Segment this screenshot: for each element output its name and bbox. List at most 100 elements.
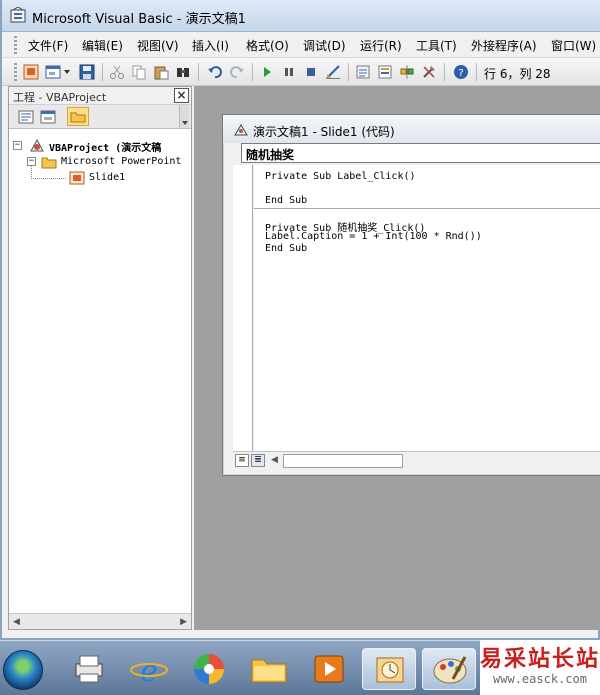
- object-dropdown[interactable]: 随机抽奖: [241, 143, 600, 163]
- title-bar[interactable]: Microsoft Visual Basic - 演示文稿1: [2, 0, 600, 32]
- vba-project-icon: [30, 139, 44, 152]
- menu-bar: 文件(F) 编辑(E) 视图(V) 插入(I) 格式(O) 调试(D) 运行(R…: [2, 32, 600, 58]
- code-editor[interactable]: Private Sub Label_Click() End Sub Privat…: [254, 165, 600, 465]
- toolbox-icon[interactable]: [420, 63, 438, 81]
- watermark-text: 易采站长站: [480, 646, 600, 672]
- code-margin-indicator-bar[interactable]: [233, 165, 253, 465]
- taskbar-printer-icon[interactable]: [62, 648, 116, 690]
- toolbar-separator: [444, 63, 445, 81]
- scroll-left-icon[interactable]: ◀: [271, 455, 278, 465]
- code-line[interactable]: End Sub: [265, 243, 307, 254]
- menu-tools[interactable]: 工具(T): [416, 37, 457, 54]
- project-pane-title: 工程 - VBAProject: [13, 91, 107, 104]
- code-window-title-bar[interactable]: 演示文稿1 - Slide1 (代码): [223, 115, 600, 143]
- menu-window[interactable]: 窗口(W): [551, 37, 596, 54]
- svg-text:?: ?: [458, 68, 463, 79]
- close-icon[interactable]: ×: [174, 88, 189, 103]
- code-window: 演示文稿1 - Slide1 (代码) 随机抽奖 Private Sub Lab…: [222, 114, 600, 476]
- toolbar-separator: [198, 63, 199, 81]
- reset-icon[interactable]: [302, 63, 320, 81]
- tree-line: [31, 178, 67, 179]
- toolbar-separator: [476, 63, 477, 81]
- view-powerpoint-icon[interactable]: [22, 63, 40, 81]
- menu-file[interactable]: 文件(F): [28, 37, 68, 54]
- taskbar-explorer-icon[interactable]: [242, 648, 296, 690]
- taskbar-media-player-icon[interactable]: [302, 648, 356, 690]
- menu-edit[interactable]: 编辑(E): [82, 37, 123, 54]
- menu-view[interactable]: 视图(V): [137, 37, 179, 54]
- window-title: Microsoft Visual Basic - 演示文稿1: [32, 12, 246, 27]
- dropdown-icon[interactable]: [62, 63, 72, 81]
- menubar-grip[interactable]: [14, 36, 17, 54]
- start-button-icon[interactable]: [3, 650, 43, 690]
- code-hscrollbar[interactable]: ≡ ≣ ◀: [233, 451, 600, 469]
- help-icon[interactable]: ?: [452, 63, 470, 81]
- folder-icon: [41, 157, 57, 169]
- vba-app-icon: [10, 7, 26, 23]
- full-module-view-icon[interactable]: ≣: [251, 454, 265, 467]
- project-pane-hscrollbar[interactable]: ◀ ▶: [9, 613, 191, 629]
- design-mode-icon[interactable]: [324, 63, 342, 81]
- tree-node-vbaproject[interactable]: − VBAProject (演示文稿: [13, 139, 191, 154]
- break-icon[interactable]: [280, 63, 298, 81]
- toolbar-separator: [348, 63, 349, 81]
- object-browser-icon[interactable]: [398, 63, 416, 81]
- code-line[interactable]: End Sub: [265, 195, 307, 206]
- toolbar-separator: [252, 63, 253, 81]
- menu-addins[interactable]: 外接程序(A): [471, 37, 537, 54]
- taskbar-media-center-icon[interactable]: [182, 648, 236, 690]
- project-explorer-icon[interactable]: [354, 63, 372, 81]
- project-tree: − VBAProject (演示文稿 − Microsoft PowerPoin…: [9, 129, 191, 611]
- svg-text:e: e: [140, 654, 158, 689]
- tree-line: [31, 166, 32, 178]
- project-pane-toolbar: [9, 105, 191, 129]
- project-pane-title-bar[interactable]: 工程 - VBAProject ×: [9, 87, 191, 105]
- taskbar-ie-icon[interactable]: e: [122, 648, 176, 690]
- tree-root-label: VBAProject (演示文稿: [49, 143, 162, 154]
- vba-editor-window: Microsoft Visual Basic - 演示文稿1 文件(F) 编辑(…: [0, 0, 600, 640]
- taskbar-paint-icon[interactable]: [422, 648, 476, 690]
- object-dropdown-value: 随机抽奖: [246, 148, 295, 162]
- toolbar-separator: [102, 63, 103, 81]
- code-module-icon: [234, 124, 248, 136]
- find-icon[interactable]: [174, 63, 192, 81]
- undo-icon[interactable]: [206, 63, 224, 81]
- run-icon[interactable]: [258, 63, 276, 81]
- menu-run[interactable]: 运行(R): [360, 37, 402, 54]
- code-scroll-thumb[interactable]: [283, 454, 403, 468]
- standard-toolbar: ? 行 6，列 28: [2, 58, 600, 86]
- collapse-icon[interactable]: −: [13, 141, 22, 150]
- procedure-view-icon[interactable]: ≡: [235, 454, 249, 467]
- save-icon[interactable]: [78, 63, 96, 81]
- menu-insert[interactable]: 插入(I): [192, 37, 229, 54]
- taskbar-powerpoint-icon[interactable]: [362, 648, 416, 690]
- code-line[interactable]: Label.Caption = 1 + Int(100 * Rnd()): [265, 231, 482, 242]
- toggle-folders-icon[interactable]: [67, 107, 89, 126]
- paste-icon[interactable]: [152, 63, 170, 81]
- project-explorer-pane: 工程 - VBAProject × − VBAProject (演示文稿 − M…: [8, 86, 192, 630]
- view-code-icon[interactable]: [17, 108, 35, 126]
- collapse-icon[interactable]: −: [27, 157, 36, 166]
- toolbar-grip[interactable]: [14, 63, 17, 81]
- procedure-separator: [254, 208, 600, 209]
- tree-node-powerpoint-objects[interactable]: − Microsoft PowerPoint: [27, 155, 191, 169]
- view-object-icon[interactable]: [39, 108, 57, 126]
- menu-format[interactable]: 格式(O): [246, 37, 289, 54]
- cut-icon[interactable]: [108, 63, 126, 81]
- pane-tools-overflow[interactable]: [179, 105, 189, 128]
- scroll-right-icon[interactable]: ▶: [180, 617, 187, 627]
- code-line[interactable]: Private Sub Label_Click(): [265, 171, 416, 182]
- code-window-title: 演示文稿1 - Slide1 (代码): [253, 125, 395, 139]
- watermark-logo: 易采站长站 www.easck.com: [480, 640, 600, 695]
- tree-folder-label: Microsoft PowerPoint: [61, 156, 182, 167]
- cursor-position-readout: 行 6，列 28: [484, 67, 551, 81]
- slide-module-icon: [69, 171, 85, 185]
- tree-leaf-label: Slide1: [89, 172, 126, 183]
- insert-userform-icon[interactable]: [44, 63, 62, 81]
- redo-icon[interactable]: [228, 63, 246, 81]
- tree-node-slide1[interactable]: Slide1: [69, 171, 191, 185]
- menu-debug[interactable]: 调试(D): [303, 37, 346, 54]
- properties-icon[interactable]: [376, 63, 394, 81]
- scroll-left-icon[interactable]: ◀: [13, 617, 20, 627]
- copy-icon[interactable]: [130, 63, 148, 81]
